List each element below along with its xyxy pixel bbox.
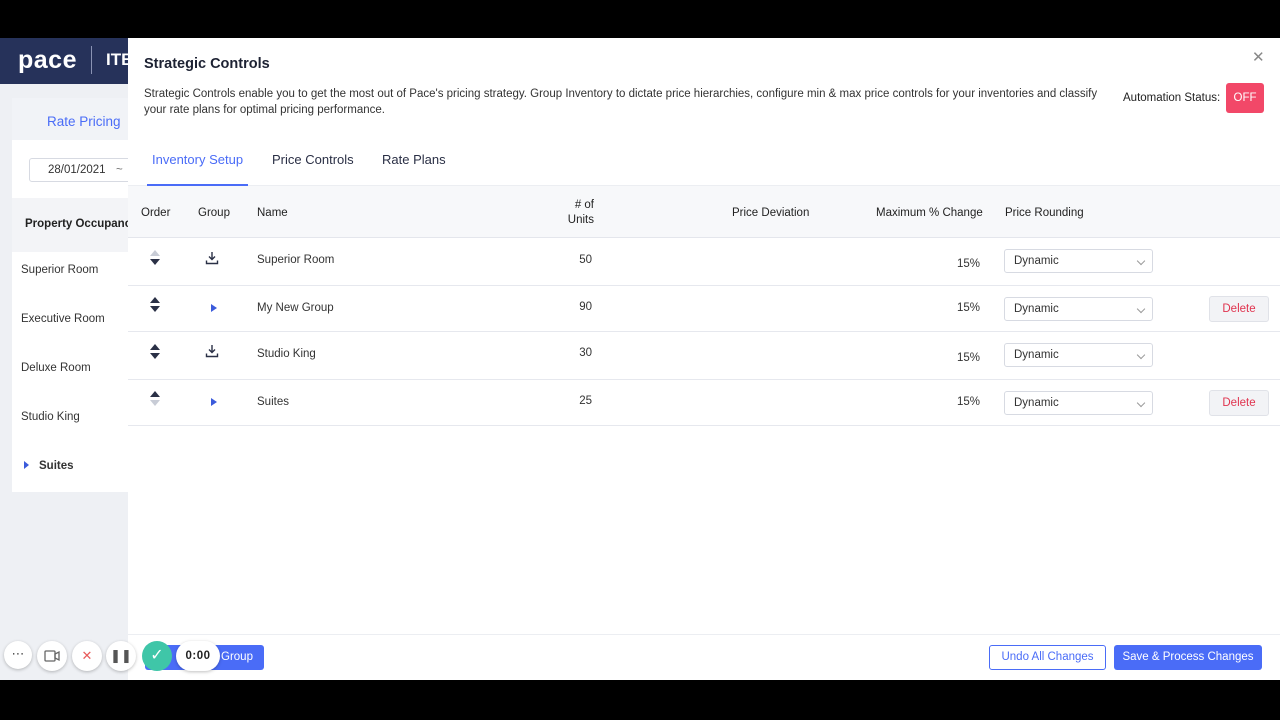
chevron-down-icon bbox=[1136, 304, 1146, 314]
move-up-icon bbox=[150, 250, 160, 256]
tab-rate-plans[interactable]: Rate Plans bbox=[382, 144, 446, 186]
automation-status-label: Automation Status: bbox=[1123, 92, 1221, 104]
expand-group-icon[interactable] bbox=[211, 304, 217, 312]
tab-price-controls[interactable]: Price Controls bbox=[272, 144, 354, 186]
table-row: Suites 25 15% Dynamic Delete bbox=[128, 380, 1280, 426]
tab-rate-pricing[interactable]: Rate Pricing bbox=[12, 98, 142, 142]
letterbox-bottom bbox=[0, 680, 1280, 720]
sidebar-room-studio-king[interactable]: Studio King bbox=[21, 411, 80, 423]
order-controls bbox=[150, 344, 162, 359]
row-units: 25 bbox=[579, 395, 592, 407]
expand-icon bbox=[24, 460, 29, 469]
row-units: 30 bbox=[579, 347, 592, 359]
tab-rate-pricing-label: Rate Pricing bbox=[47, 114, 121, 129]
date-from: 28/01/2021 bbox=[48, 164, 106, 176]
add-to-group-icon[interactable] bbox=[205, 251, 219, 265]
logo-divider bbox=[91, 46, 92, 74]
order-controls bbox=[150, 297, 162, 312]
save-process-changes-button[interactable]: Save & Process Changes bbox=[1114, 645, 1262, 670]
chevron-down-icon bbox=[1136, 256, 1146, 266]
row-name: Superior Room bbox=[257, 254, 335, 266]
table-header: Order Group Name # of Units Price Deviat… bbox=[128, 186, 1280, 238]
property-occupancy-label: Property Occupancy bbox=[25, 218, 138, 230]
modal-description: Strategic Controls enable you to get the… bbox=[144, 88, 1098, 116]
close-icon[interactable]: ✕ bbox=[1252, 50, 1265, 65]
date-separator: ~ bbox=[116, 164, 123, 176]
move-down-icon bbox=[150, 400, 160, 406]
move-down-icon[interactable] bbox=[150, 353, 160, 359]
price-rounding-value: Dynamic bbox=[1014, 303, 1059, 315]
table-row: Studio King 30 15% Dynamic bbox=[128, 332, 1280, 380]
move-up-icon[interactable] bbox=[150, 344, 160, 350]
screen: pace ITB Rate Pricing 28/01/2021 ~ Proper… bbox=[0, 38, 1280, 680]
price-rounding-value: Dynamic bbox=[1014, 397, 1059, 409]
camera-toggle-icon[interactable] bbox=[37, 641, 67, 671]
col-name: Name bbox=[257, 207, 288, 219]
undo-all-changes-button[interactable]: Undo All Changes bbox=[989, 645, 1106, 670]
chevron-down-icon bbox=[1136, 350, 1146, 360]
modal-title: Strategic Controls bbox=[144, 56, 270, 72]
more-options-icon[interactable]: ⋯ bbox=[4, 641, 32, 669]
tab-inventory-setup[interactable]: Inventory Setup bbox=[152, 144, 243, 186]
sidebar-room-superior[interactable]: Superior Room bbox=[21, 264, 98, 276]
move-up-icon[interactable] bbox=[150, 297, 160, 303]
price-rounding-select[interactable]: Dynamic bbox=[1004, 343, 1153, 367]
row-units: 90 bbox=[579, 301, 592, 313]
finish-recording-icon[interactable]: ✓ bbox=[142, 641, 172, 671]
delete-group-button[interactable]: Delete bbox=[1209, 296, 1269, 322]
move-down-icon[interactable] bbox=[150, 306, 160, 312]
price-rounding-select[interactable]: Dynamic bbox=[1004, 391, 1153, 415]
property-occupancy-header: Property Occupancy bbox=[12, 198, 142, 252]
row-max-change: 15% bbox=[956, 352, 980, 364]
table-row: Superior Room 50 15% Dynamic bbox=[128, 238, 1280, 286]
price-rounding-value: Dynamic bbox=[1014, 349, 1059, 361]
row-name: Suites bbox=[257, 396, 289, 408]
order-controls bbox=[150, 250, 162, 265]
row-max-change: 15% bbox=[956, 396, 980, 408]
move-down-icon[interactable] bbox=[150, 259, 160, 265]
cancel-recording-icon[interactable]: ✕ bbox=[72, 641, 102, 671]
col-group: Group bbox=[198, 207, 230, 219]
row-units: 50 bbox=[579, 254, 592, 266]
footer-divider bbox=[128, 634, 1280, 635]
row-name: My New Group bbox=[257, 302, 334, 314]
row-name: Studio King bbox=[257, 348, 316, 360]
move-up-icon[interactable] bbox=[150, 391, 160, 397]
price-rounding-select[interactable]: Dynamic bbox=[1004, 249, 1153, 273]
pace-logo: pace bbox=[18, 46, 77, 74]
automation-status-toggle[interactable]: OFF bbox=[1226, 83, 1264, 113]
row-max-change: 15% bbox=[956, 258, 980, 270]
add-to-group-icon[interactable] bbox=[205, 344, 219, 358]
recording-timer: 0:00 bbox=[176, 641, 220, 671]
sidebar-suites[interactable]: Suites bbox=[24, 460, 74, 472]
col-max-change: Maximum % Change bbox=[876, 207, 983, 219]
col-units: # of Units bbox=[567, 199, 594, 226]
pause-icon[interactable]: ❚❚ bbox=[106, 641, 136, 671]
strategic-controls-modal: Strategic Controls ✕ Strategic Controls … bbox=[128, 38, 1280, 680]
price-rounding-value: Dynamic bbox=[1014, 255, 1059, 267]
col-price-rounding: Price Rounding bbox=[1005, 207, 1084, 219]
expand-group-icon[interactable] bbox=[211, 398, 217, 406]
col-order: Order bbox=[141, 207, 171, 219]
sidebar-suites-label: Suites bbox=[39, 460, 74, 472]
table-row: My New Group 90 15% Dynamic Delete bbox=[128, 286, 1280, 332]
row-max-change: 15% bbox=[956, 302, 980, 314]
sidebar-room-deluxe[interactable]: Deluxe Room bbox=[21, 362, 91, 374]
delete-group-button[interactable]: Delete bbox=[1209, 390, 1269, 416]
order-controls bbox=[150, 391, 162, 406]
sidebar-room-executive[interactable]: Executive Room bbox=[21, 313, 105, 325]
chevron-down-icon bbox=[1136, 398, 1146, 408]
price-rounding-select[interactable]: Dynamic bbox=[1004, 297, 1153, 321]
col-price-deviation: Price Deviation bbox=[732, 207, 810, 219]
